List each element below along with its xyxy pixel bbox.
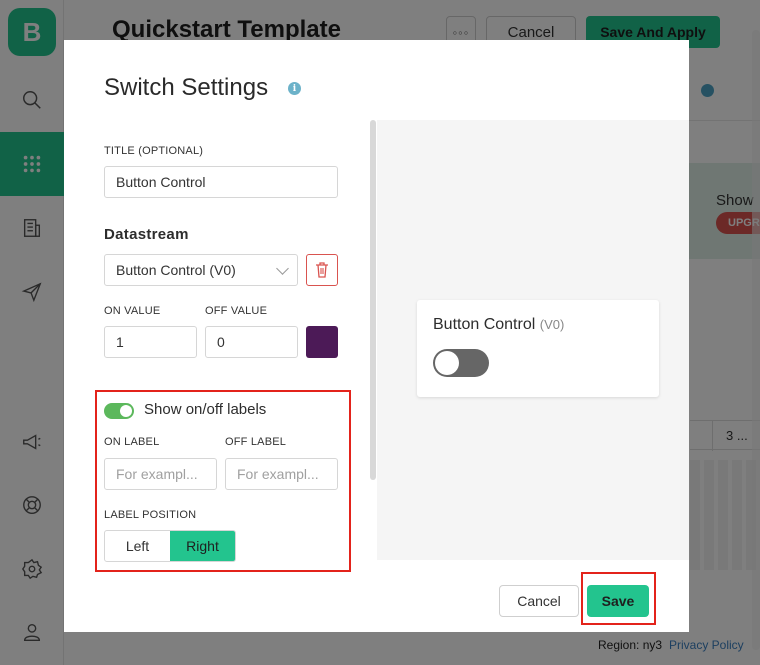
preview-panel: Button Control (V0) <box>377 120 689 560</box>
datastream-select[interactable]: Button Control (V0) <box>104 254 298 286</box>
switch-settings-modal: Switch Settings i TITLE (OPTIONAL) Butto… <box>64 40 689 632</box>
title-field-label: TITLE (OPTIONAL) <box>104 145 204 157</box>
datastream-heading: Datastream <box>104 226 189 243</box>
preview-title: Button Control (V0) <box>433 316 564 334</box>
switch-widget-preview: Button Control (V0) <box>417 300 659 397</box>
preview-title-text: Button Control <box>433 316 536 333</box>
chevron-down-icon <box>276 262 289 275</box>
off-value-label: OFF VALUE <box>205 305 268 317</box>
position-left-option[interactable]: Left <box>105 531 170 561</box>
page-scrollbar[interactable] <box>752 30 760 650</box>
position-right-option[interactable]: Right <box>170 531 235 561</box>
info-icon[interactable]: i <box>288 82 301 95</box>
cancel-button[interactable]: Cancel <box>499 585 579 617</box>
title-input[interactable]: Button Control <box>104 166 338 198</box>
off-label-label: OFF LABEL <box>225 436 287 448</box>
trash-icon <box>316 262 328 278</box>
on-value-label: ON VALUE <box>104 305 161 317</box>
label-position-segmented: Left Right <box>104 530 236 562</box>
preview-pin: (V0) <box>539 317 565 332</box>
modal-title: Switch Settings <box>104 74 269 101</box>
panel-scrollbar[interactable] <box>370 120 376 480</box>
highlight-box <box>581 572 656 625</box>
datastream-value: Button Control (V0) <box>116 262 236 278</box>
on-label-label: ON LABEL <box>104 436 160 448</box>
show-labels-text: Show on/off labels <box>144 401 267 418</box>
settings-panel: TITLE (OPTIONAL) Button Control Datastre… <box>64 120 376 572</box>
on-value-input[interactable]: 1 <box>104 326 197 358</box>
off-value-input[interactable]: 0 <box>205 326 298 358</box>
show-labels-toggle[interactable] <box>104 403 134 419</box>
delete-datastream-button[interactable] <box>306 254 338 286</box>
off-label-input[interactable]: For exampl... <box>225 458 338 490</box>
color-picker[interactable] <box>306 326 338 358</box>
label-position-label: LABEL POSITION <box>104 509 197 521</box>
on-label-input[interactable]: For exampl... <box>104 458 217 490</box>
preview-switch[interactable] <box>433 349 489 377</box>
